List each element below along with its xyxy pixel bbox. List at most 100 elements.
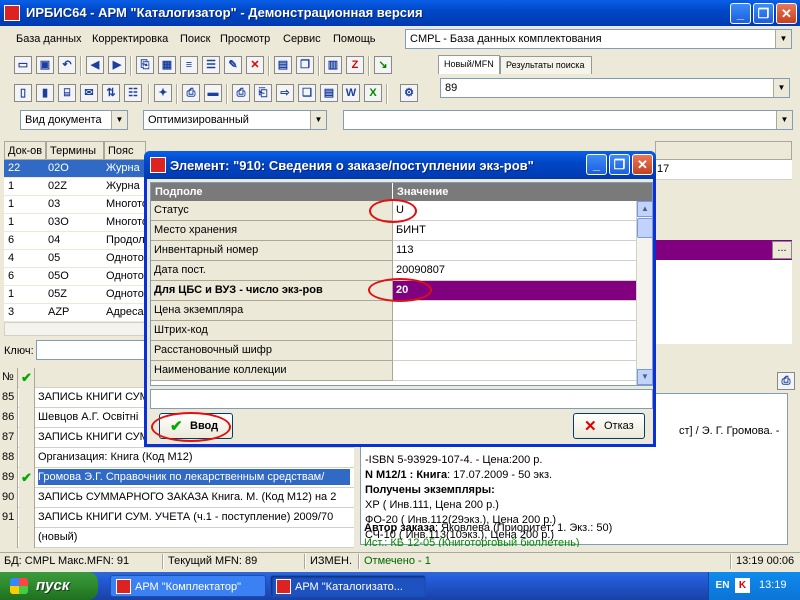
tab-new-mfn[interactable]: Новый/MFN — [438, 55, 500, 74]
export-icon[interactable]: ⇨ — [276, 84, 294, 102]
subfield-value[interactable]: 113 — [393, 241, 638, 261]
subfield-row[interactable]: Наименование коллекции — [151, 361, 638, 381]
menu-search[interactable]: Поиск — [180, 33, 210, 45]
undo-icon[interactable]: ↶ — [58, 56, 76, 74]
menu-service[interactable]: Сервис — [283, 33, 321, 45]
subfield-value[interactable] — [393, 321, 638, 341]
comment-icon[interactable]: ✉ — [80, 84, 98, 102]
subfield-row[interactable]: Инвентарный номер 113 — [151, 241, 638, 261]
print-list-icon[interactable]: ⎗ — [254, 84, 272, 102]
term-row[interactable]: 22 02O Журна — [4, 160, 146, 177]
filter-icon[interactable]: ⇅ — [102, 84, 120, 102]
term-row[interactable]: 6 05O Однотo — [4, 268, 146, 285]
taskbar-catalogizer[interactable]: АРМ "Каталогизато... — [270, 575, 426, 597]
report-icon[interactable]: ▤ — [320, 84, 338, 102]
scroll-thumb[interactable] — [637, 218, 652, 238]
list-item-selected[interactable]: 89 ✔ Громова Э.Г. Справочник по лекарствен… — [0, 468, 354, 488]
subfield-row[interactable]: Расстановочный шифр — [151, 341, 638, 361]
subfield-scrollbar[interactable]: ▲ ▼ — [636, 201, 652, 385]
menu-view[interactable]: Просмотр — [220, 33, 270, 45]
list-item-check[interactable] — [19, 388, 35, 408]
worksheet-select[interactable]: Оптимизированный ▼ — [143, 110, 327, 130]
list-item[interactable]: 91 ЗАПИСЬ КНИГИ СУМ. УЧЕТА (ч.1 - поступл… — [0, 508, 354, 528]
go-arrow-icon[interactable]: ↘ — [374, 56, 392, 74]
dialog-maximize-button[interactable]: ❐ — [609, 154, 630, 175]
format-icon[interactable]: ▯ — [14, 84, 32, 102]
term-row[interactable]: 1 02Z Журна — [4, 178, 146, 195]
table-icon[interactable]: ▦ — [158, 56, 176, 74]
subfield-row[interactable]: Место хранения БИНТ — [151, 221, 638, 241]
sort-icon[interactable]: ≡ — [180, 56, 198, 74]
z-search-icon[interactable]: Z — [346, 56, 364, 74]
term-row[interactable]: 1 03 Многото — [4, 196, 148, 213]
dialog-minimize-button[interactable]: _ — [586, 154, 607, 175]
list-item-new[interactable]: (новый) — [0, 528, 354, 548]
col-docs-header[interactable]: Док-ов — [4, 141, 46, 160]
document-icon[interactable]: ▤ — [274, 56, 292, 74]
subfield-value[interactable] — [393, 341, 638, 361]
chevron-down-icon[interactable]: ▼ — [111, 111, 127, 129]
database-select[interactable]: CMPL - База данных комплектования ▼ — [405, 29, 792, 49]
worksheet-row-value[interactable]: 17 — [655, 160, 792, 180]
list-item-check[interactable] — [19, 408, 35, 428]
language-icon[interactable]: EN — [715, 578, 730, 593]
chevron-down-icon[interactable]: ▼ — [310, 111, 326, 129]
list-item-check[interactable] — [19, 508, 35, 528]
chevron-down-icon[interactable]: ▼ — [773, 79, 789, 97]
save-icon[interactable]: ▣ — [36, 56, 54, 74]
key-input[interactable] — [36, 340, 148, 360]
taskbar-complectator[interactable]: АРМ "Комплектатор" — [110, 575, 266, 597]
subfield-value[interactable]: U — [393, 201, 638, 221]
magic-icon[interactable]: ✦ — [154, 84, 172, 102]
info-source-link[interactable]: Ист.: КБ 12-05 (Книготорговый бюллетень) — [364, 537, 580, 547]
list-item[interactable]: 90 ЗАПИСЬ СУММАРНОГО ЗАКАЗА Книга. М. (Ко… — [0, 488, 354, 508]
terms-horizontal-scrollbar[interactable] — [4, 322, 146, 336]
next-record-icon[interactable]: ▶ — [108, 56, 126, 74]
subfield-value[interactable] — [393, 301, 638, 321]
list-item[interactable]: 88 Организация: Книга (Код М12) — [0, 448, 354, 468]
mfn-select[interactable]: 89 ▼ — [440, 78, 790, 98]
checkmark-icon[interactable]: ✔ — [19, 468, 35, 488]
menu-help[interactable]: Помощь — [333, 33, 376, 45]
scroll-up-icon[interactable]: ▲ — [637, 201, 652, 217]
chevron-down-icon[interactable]: ▼ — [776, 111, 792, 129]
list-icon[interactable]: ☰ — [202, 56, 220, 74]
chevron-down-icon[interactable]: ▼ — [775, 30, 791, 48]
term-row[interactable]: 3 AZP Адреса — [4, 304, 146, 321]
word-export-icon[interactable]: W — [342, 84, 360, 102]
worksheet-field-select[interactable]: ▼ — [343, 110, 793, 130]
edit-icon[interactable]: ✎ — [224, 56, 242, 74]
kaspersky-icon[interactable]: K — [735, 578, 750, 593]
prev-record-icon[interactable]: ◀ — [86, 56, 104, 74]
col-explain-header[interactable]: Пояс — [104, 141, 146, 160]
dialog-close-button[interactable]: ✕ — [632, 154, 653, 175]
cancel-button[interactable]: ✕ Отказ — [573, 413, 645, 439]
scanner-icon[interactable]: ⎙ — [182, 84, 200, 102]
list-item-check[interactable] — [19, 528, 35, 548]
list-item-check[interactable] — [19, 428, 35, 448]
copy-icon[interactable]: ❐ — [296, 56, 314, 74]
copy-record-icon[interactable]: ⎘ — [136, 56, 154, 74]
start-button[interactable]: пуск — [0, 572, 98, 600]
maximize-button[interactable]: ❐ — [753, 3, 774, 24]
settings-icon[interactable]: ⚙ — [400, 84, 418, 102]
list-item-check[interactable] — [19, 448, 35, 468]
print-icon[interactable]: ⎙ — [232, 84, 250, 102]
sort-records-icon[interactable]: ☷ — [124, 84, 142, 102]
close-button[interactable]: ✕ — [776, 3, 797, 24]
delete-icon[interactable]: ✕ — [246, 56, 264, 74]
subfield-value[interactable]: 20090807 — [393, 261, 638, 281]
format-edit-icon[interactable]: ▮ — [36, 84, 54, 102]
excel-export-icon[interactable]: X — [364, 84, 382, 102]
document-copy-icon[interactable]: ❏ — [298, 84, 316, 102]
col-terms-header[interactable]: Термины — [46, 141, 104, 160]
subfield-value[interactable] — [393, 361, 638, 381]
term-row[interactable]: 1 03O Многото — [4, 214, 148, 231]
subfield-row[interactable]: Цена экземпляра — [151, 301, 638, 321]
print-info-icon[interactable]: ⎙ — [777, 372, 795, 390]
term-row[interactable]: 1 05Z Однотo — [4, 286, 146, 303]
scroll-down-icon[interactable]: ▼ — [637, 369, 652, 385]
term-row[interactable]: 6 04 Продол — [4, 232, 146, 249]
print-preview-icon[interactable]: ⌸ — [58, 84, 76, 102]
tab-search-results[interactable]: Результаты поиска — [500, 56, 592, 74]
